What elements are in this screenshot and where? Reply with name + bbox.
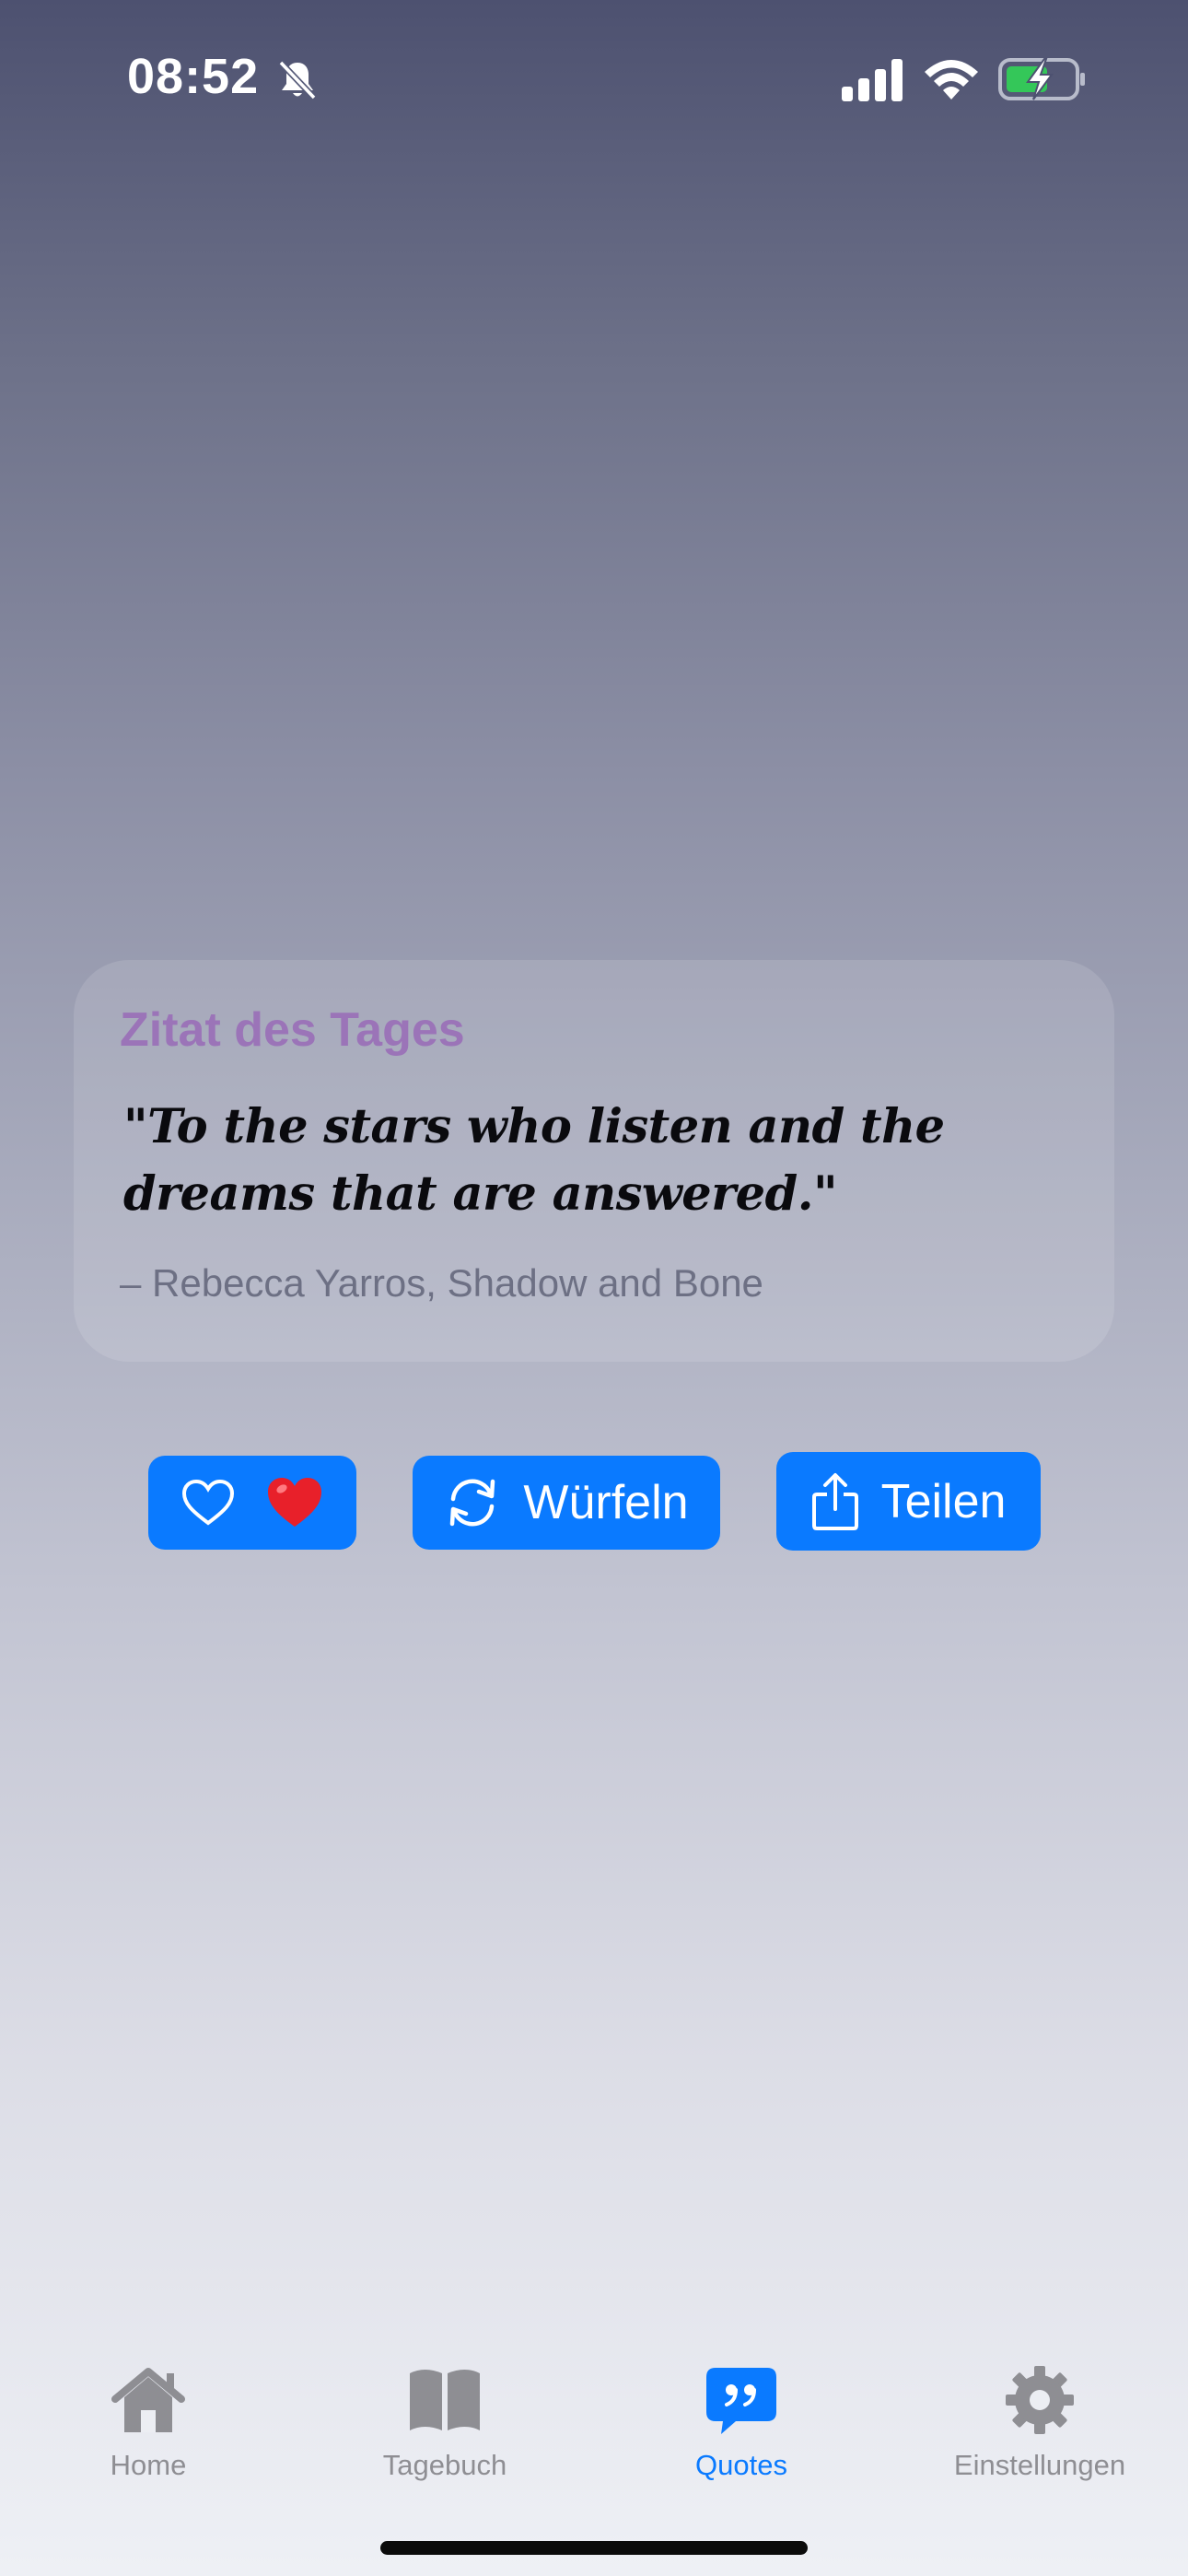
quote-of-the-day-card: Zitat des Tages "To the stars who listen… [74, 960, 1114, 1362]
battery-charging-icon [998, 58, 1085, 100]
tab-home-label: Home [110, 2449, 187, 2481]
quote-text: "To the stars who listen and the dreams … [123, 1099, 945, 1223]
red-heart-emoji [268, 1478, 321, 1527]
quotes-screen: 08:52 Zitat des Tages "To the stars who … [0, 0, 1188, 2576]
cellular-signal-icon [842, 59, 903, 101]
tab-quotes-label: Quotes [695, 2449, 787, 2481]
gear-icon [1006, 2366, 1074, 2434]
bell-slash-icon [278, 60, 317, 100]
share-button[interactable]: Teilen [776, 1452, 1041, 1551]
quote-bubble-icon [706, 2368, 776, 2434]
card-title: Zitat des Tages [120, 1003, 465, 1057]
status-time: 08:52 [127, 49, 260, 104]
refresh-arrows-icon [450, 1479, 495, 1527]
quote-author: – Rebecca Yarros, Shadow and Bone [120, 1261, 763, 1306]
share-button-label: Teilen [880, 1474, 1007, 1528]
favorite-button[interactable] [148, 1456, 356, 1550]
roll-button-label: Würfeln [523, 1476, 689, 1529]
tab-einstellungen-label: Einstellungen [953, 2449, 1126, 2481]
house-icon [111, 2368, 185, 2432]
share-icon [811, 1472, 858, 1530]
wifi-icon [925, 60, 978, 100]
heart-outline-icon [181, 1479, 235, 1526]
status-bar: 08:52 [0, 0, 1188, 157]
home-indicator [380, 2541, 808, 2555]
book-icon [410, 2370, 480, 2430]
tab-tagebuch-label: Tagebuch [382, 2449, 507, 2481]
roll-new-quote-button[interactable]: Würfeln [413, 1456, 720, 1550]
